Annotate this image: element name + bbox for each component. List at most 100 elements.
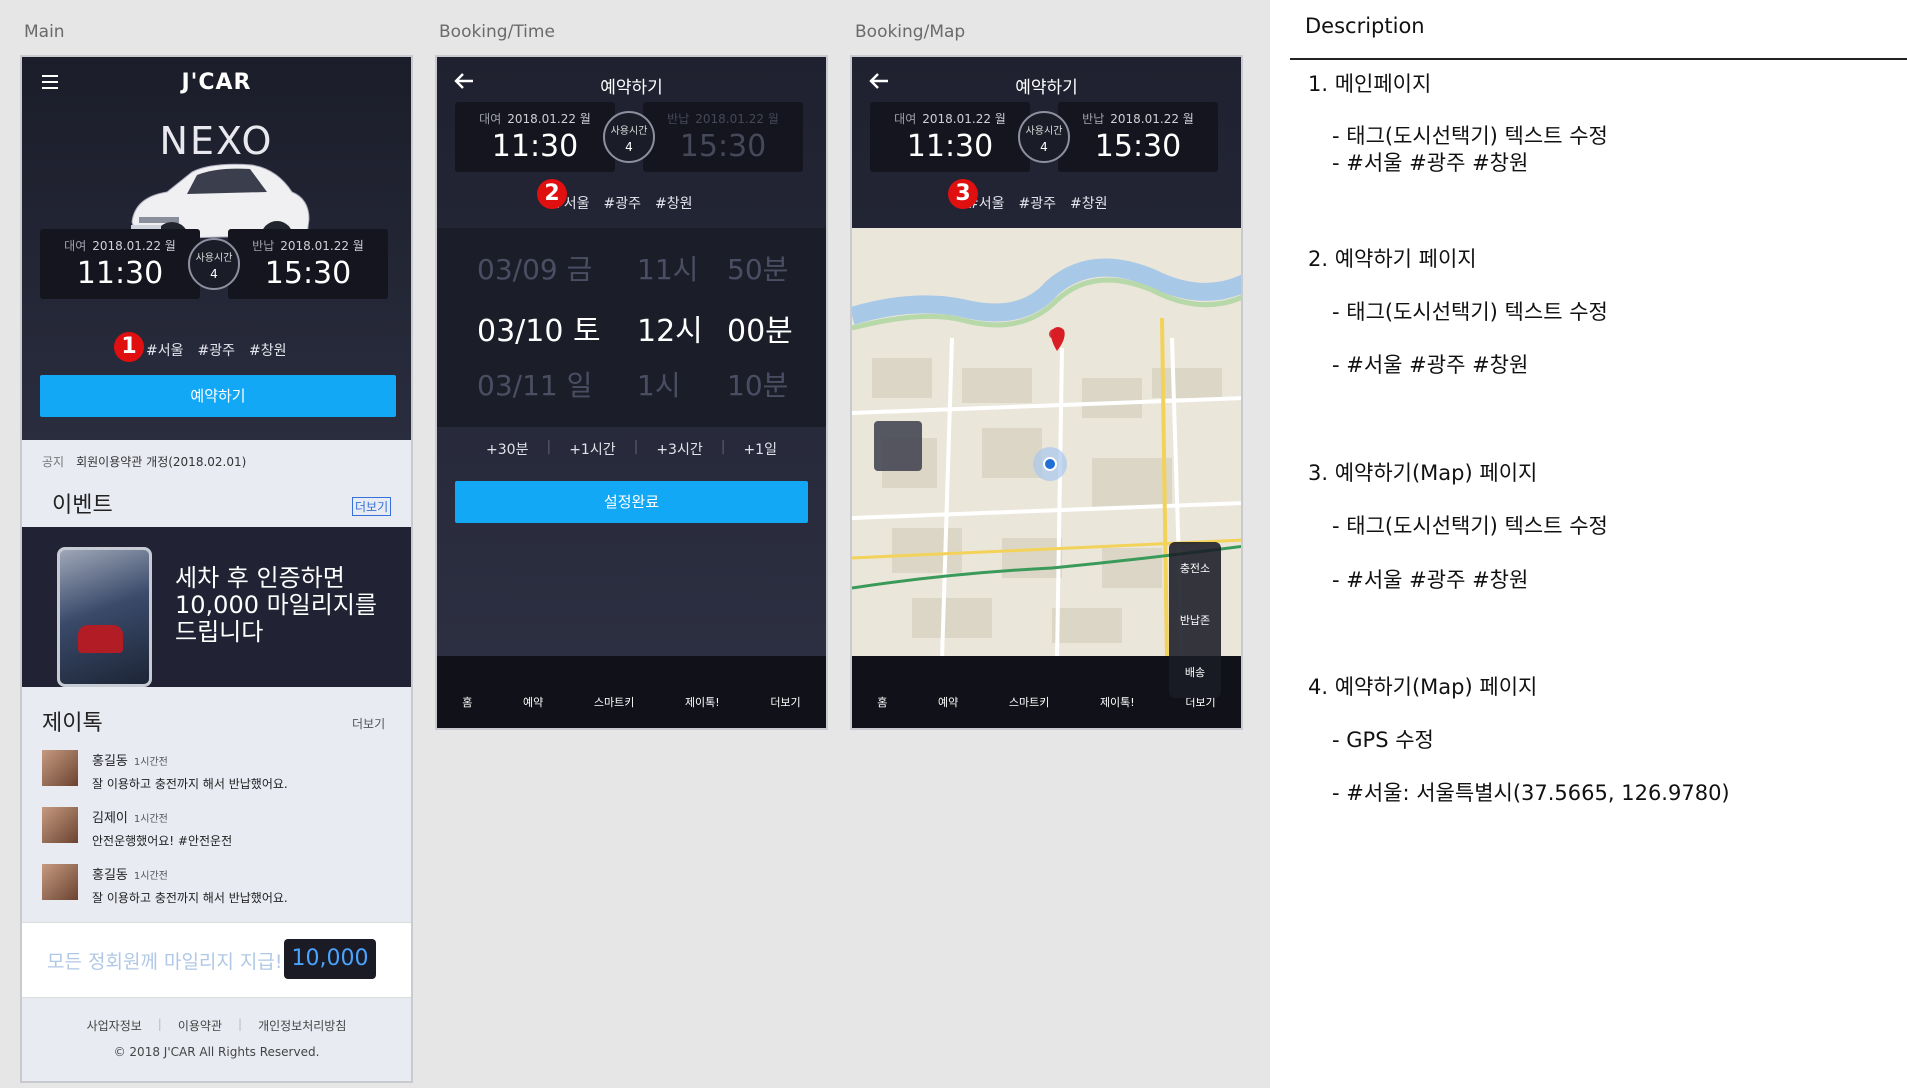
return-time: 15:30 [264, 256, 352, 291]
datetime-picker[interactable]: 03/09 금 11시 50분 03/10 토 12시 00분 03/11 일 … [437, 228, 826, 427]
mileage-value: 10,000 [284, 939, 376, 979]
usage-circle: 사용시간 4 [603, 111, 655, 163]
booking-time-selector[interactable]: 대여 2018.01.22 월 11:30 사용시간 4 반납 2018.01.22… [455, 102, 803, 172]
nav-home[interactable]: 홈 [877, 694, 887, 710]
tag-gwangju[interactable]: #광주 [198, 340, 236, 360]
tag-seoul[interactable]: #서울 [146, 340, 184, 360]
rent-time-box[interactable]: 대여 2018.01.22 월 11:30 [870, 102, 1030, 172]
add-3hour-button[interactable]: +3시간 [656, 439, 702, 459]
talk-time: 1시간전 [133, 814, 168, 825]
city-tags: #서울 #광주 #창원 [146, 340, 287, 360]
page-title: 예약하기 [1015, 78, 1078, 98]
charging-station-button[interactable]: 충전소 [1180, 560, 1210, 576]
map-time-selector[interactable]: 대여 2018.01.22 월 11:30 사용시간 4 반납 2018.01.22… [870, 102, 1218, 172]
nav-jtalk[interactable]: 제이톡! [685, 694, 720, 710]
frame-label-booking: Booking/Time [439, 22, 555, 42]
event-more-link[interactable]: 더보기 [352, 497, 392, 516]
return-time-box[interactable]: 반납 2018.01.22 월 15:30 [643, 102, 803, 172]
nav-smartkey[interactable]: 스마트키 [1009, 694, 1049, 710]
nav-more[interactable]: 더보기 [770, 694, 800, 710]
event-text: 세차 후 인증하면 10,000 마일리지를 드립니다 [175, 565, 377, 646]
rent-time-box[interactable]: 대여 2018.01.22 월 11:30 [40, 229, 200, 299]
picker-hour: 12시 [637, 314, 703, 349]
picker-date: 03/10 토 [477, 314, 601, 349]
picker-minute: 50분 [727, 253, 789, 286]
page-title: 예약하기 [600, 78, 663, 98]
rent-date: 2018.01.22 월 [92, 239, 176, 253]
main-time-selector[interactable]: 대여 2018.01.22 월 11:30 사용시간 4 반납 2018.01.22… [40, 229, 388, 299]
list-item[interactable]: 홍길동 1시간전 잘 이용하고 충전까지 해서 반납했어요. [42, 750, 392, 792]
annotation-badge-1: 1 [114, 332, 144, 362]
tag-gwangju[interactable]: #광주 [1019, 193, 1057, 213]
confirm-button[interactable]: 설정완료 [455, 481, 808, 523]
quick-add-bar: +30분 | +1시간 | +3시간 | +1일 [486, 439, 777, 459]
tag-changwon[interactable]: #창원 [1070, 193, 1108, 213]
return-time-box[interactable]: 반납 2018.01.22 월 15:30 [1058, 102, 1218, 172]
map-overlay-panel[interactable] [874, 421, 922, 471]
rent-time: 11:30 [76, 256, 164, 291]
picker-hour: 1시 [637, 369, 681, 402]
return-zone-button[interactable]: 반납존 [1180, 612, 1210, 628]
nav-jtalk[interactable]: 제이톡! [1100, 694, 1135, 710]
avatar [42, 750, 78, 786]
add-1hour-button[interactable]: +1시간 [569, 439, 615, 459]
return-date: 2018.01.22 월 [1110, 112, 1194, 126]
main-hero: J'CAR NEXO 대여2018.01.22 월 11:30 사용시간 4 [22, 57, 411, 440]
talk-time: 1시간전 [133, 871, 168, 882]
city-tags: #서울 #광주 #창원 [552, 193, 693, 213]
event-text-line-2: 10,000 마일리지를 [175, 591, 378, 619]
talk-message: 잘 이용하고 충전까지 해서 반납했어요. [92, 891, 288, 905]
add-30min-button[interactable]: +30분 [486, 439, 528, 459]
description-divider [1290, 58, 1907, 60]
add-1day-button[interactable]: +1일 [743, 439, 777, 459]
talk-message: 안전운행했어요! #안전운전 [92, 834, 233, 848]
tag-changwon[interactable]: #창원 [655, 193, 693, 213]
list-item[interactable]: 홍길동 1시간전 잘 이용하고 충전까지 해서 반납했어요. [42, 864, 392, 906]
jtalk-more-link[interactable]: 더보기 [352, 715, 385, 732]
frame-label-main: Main [24, 22, 65, 42]
return-label: 반납 [252, 239, 275, 253]
nav-reserve[interactable]: 예약 [938, 694, 958, 710]
rent-date: 2018.01.22 월 [922, 112, 1006, 126]
nav-reserve[interactable]: 예약 [523, 694, 543, 710]
annotation-badge-2: 2 [537, 179, 567, 209]
desc-item: - 태그(도시선택기) 텍스트 수정 [1332, 124, 1608, 148]
rent-label: 대여 [479, 112, 502, 126]
rent-time-box[interactable]: 대여 2018.01.22 월 11:30 [455, 102, 615, 172]
list-item[interactable]: 김제이 1시간전 안전운행했어요! #안전운전 [42, 807, 392, 849]
mileage-banner[interactable]: 모든 정회원께 마일리지 지급! 10,000 [22, 922, 411, 998]
footer-link-terms[interactable]: 이용약관 [178, 1017, 222, 1034]
delivery-button[interactable]: 배송 [1185, 664, 1205, 680]
footer-link-business[interactable]: 사업자정보 [87, 1017, 142, 1034]
notice-text[interactable]: 회원이용약관 개정(2018.02.01) [76, 455, 246, 469]
reserve-button[interactable]: 예약하기 [40, 375, 396, 417]
return-time-box[interactable]: 반납 2018.01.22 월 15:30 [228, 229, 388, 299]
usage-value: 4 [210, 267, 218, 281]
avatar [42, 807, 78, 843]
desc-item: - 태그(도시선택기) 텍스트 수정 [1332, 514, 1608, 538]
usage-value: 4 [625, 140, 633, 154]
desc-section-2: 2. 예약하기 페이지 [1308, 247, 1477, 271]
desc-item: - #서울: 서울특별시(37.5665, 126.9780) [1332, 781, 1730, 805]
notice-bar[interactable]: 공지 회원이용약관 개정(2018.02.01) [42, 453, 246, 470]
usage-value: 4 [1040, 140, 1048, 154]
main-screen: J'CAR NEXO 대여2018.01.22 월 11:30 사용시간 4 [20, 55, 413, 1083]
picker-hour: 11시 [637, 253, 699, 286]
tag-changwon[interactable]: #창원 [249, 340, 287, 360]
jtalk-list: 홍길동 1시간전 잘 이용하고 충전까지 해서 반납했어요. 김제이 1시간전 안전… [42, 750, 392, 921]
annotation-badge-3: 3 [948, 179, 978, 209]
usage-label: 사용시간 [1025, 126, 1063, 137]
picker-date: 03/11 일 [477, 369, 593, 402]
tag-gwangju[interactable]: #광주 [604, 193, 642, 213]
footer-link-privacy[interactable]: 개인정보처리방침 [258, 1017, 346, 1034]
picker-minute: 10분 [727, 369, 789, 402]
booking-time-screen: 예약하기 대여 2018.01.22 월 11:30 사용시간 4 반납 2018.… [435, 55, 828, 730]
desc-item: - GPS 수정 [1332, 728, 1434, 752]
nav-home[interactable]: 홈 [462, 694, 472, 710]
picker-date: 03/09 금 [477, 253, 593, 286]
event-banner[interactable]: 세차 후 인증하면 10,000 마일리지를 드립니다 [22, 527, 411, 687]
footer-links: 사업자정보 | 이용약관 | 개인정보처리방침 [86, 1017, 347, 1034]
map-header: 예약하기 [852, 57, 1241, 107]
usage-circle: 사용시간 4 [1018, 111, 1070, 163]
nav-smartkey[interactable]: 스마트키 [594, 694, 634, 710]
